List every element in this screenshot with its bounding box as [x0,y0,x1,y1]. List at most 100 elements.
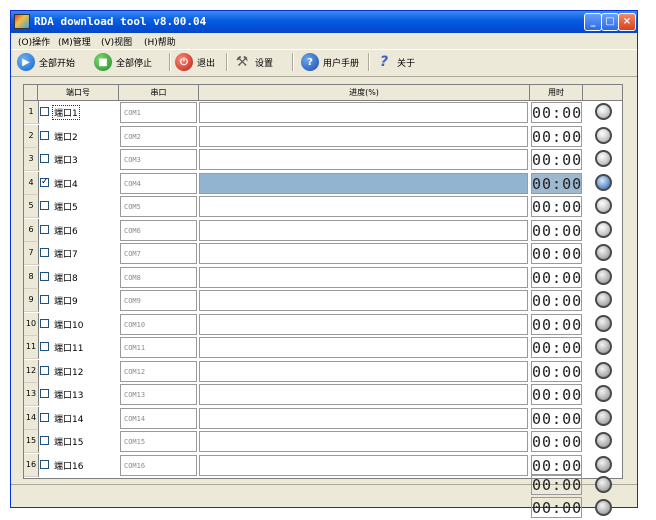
status-lamp-icon [595,314,612,332]
progress-bar [199,243,528,264]
port-checkbox[interactable] [40,224,49,234]
wrench-icon: ⚒ [235,54,249,70]
row-number: 14 [24,406,39,430]
table-row[interactable]: 2 端口2 COM2 00:00 [24,124,622,149]
elapsed-timer: 00:00 [531,290,583,311]
com-port-field[interactable]: COM14 [120,407,197,429]
port-checkbox[interactable] [40,365,49,375]
about-button[interactable]: ? 关于 [375,52,415,72]
progress-bar [199,454,528,476]
window-title: RDA download tool v8.00.04 [34,15,207,28]
com-port-field[interactable]: COM8 [120,266,197,288]
close-button[interactable]: × [618,13,636,31]
port-checkbox[interactable] [40,436,49,445]
com-port-field[interactable]: COM10 [120,313,197,335]
port-name: 端口12 [54,367,84,378]
settings-label: 设置 [255,58,274,69]
toolbar: ▶ 全部开始 ■ 全部停止 ⏻ 退出 ⚒ 设置 ? 用户手册 ? 关于 [11,49,637,77]
menu-help[interactable]: (H)帮助 [144,35,176,48]
port-name: 端口6 [54,226,78,237]
status-lamp-icon [595,173,612,191]
port-checkbox[interactable] [40,342,49,351]
table-row[interactable]: 13 端口13 COM13 00:00 [24,383,622,407]
progress-bar [199,102,528,123]
progress-bar [199,313,528,335]
toolbar-separator [169,53,171,71]
row-number: 2 [24,124,39,148]
table-row[interactable]: 8 端口8 COM8 00:00 [24,265,622,290]
manual-button[interactable]: ? 用户手册 [301,52,359,72]
table-row[interactable]: 5 端口5 COM5 00:00 [24,195,622,219]
com-port-field[interactable]: COM12 [120,360,197,382]
com-port-field[interactable]: COM13 [120,384,197,405]
exit-label: 退出 [197,58,216,69]
progress-bar [199,149,528,170]
stop-all-button[interactable]: ■ 全部停止 [94,52,152,72]
table-row[interactable]: 12 端口12 COM12 00:00 [24,359,622,384]
table-row[interactable]: 7 端口7 COM7 00:00 [24,242,622,266]
menu-manage[interactable]: (M)管理 [58,35,91,48]
table-row[interactable]: 4 ✓ 端口4 COM4 00:00 [24,171,622,196]
port-checkbox[interactable] [40,154,49,163]
progress-bar [199,219,528,241]
status-lamp-icon [595,220,612,238]
app-window: RDA download tool v8.00.04 _ □ × (O)操作 (… [10,10,638,508]
header-port: 端口号 [38,85,119,100]
start-all-button[interactable]: ▶ 全部开始 [17,52,75,72]
app-icon [14,14,30,29]
menu-operate[interactable]: (O)操作 [18,35,50,48]
com-port-field[interactable]: COM2 [120,125,197,147]
table-row[interactable]: 6 端口6 COM6 00:00 [24,218,622,243]
com-port-field[interactable]: COM11 [120,337,197,358]
com-port-field[interactable]: COM16 [120,454,197,476]
status-lamp-icon [595,126,612,144]
elapsed-timer: 00:00 [531,407,583,429]
com-port-field[interactable]: COM6 [120,219,197,241]
port-checkbox[interactable] [40,107,49,116]
table-row[interactable]: 14 端口14 COM14 00:00 [24,406,622,431]
menu-view[interactable]: (V)视图 [101,35,132,48]
progress-bar [199,431,528,452]
settings-button[interactable]: ⚒ 设置 [233,52,273,72]
port-checkbox[interactable] [40,201,49,210]
table-row[interactable]: 15 端口15 COM15 00:00 [24,430,622,454]
port-checkbox[interactable]: ✓ [40,177,49,187]
elapsed-timer: 00:00 [531,474,583,495]
com-port-field[interactable]: COM5 [120,196,197,217]
port-checkbox[interactable] [40,248,49,257]
com-port-field[interactable]: COM9 [120,290,197,311]
title-bar[interactable]: RDA download tool v8.00.04 _ □ × [11,11,637,33]
exit-button[interactable]: ⏻ 退出 [175,52,215,72]
row-number: 1 [24,101,39,124]
row-number: 13 [24,383,39,406]
grid-header: 端口号 串口 进度(%) 用时 [24,85,622,101]
com-port-field[interactable]: COM1 [120,102,197,123]
table-row[interactable]: 1 端口1 COM1 00:00 [24,101,622,125]
port-name: 端口13 [54,391,84,401]
table-row[interactable]: 3 端口3 COM3 00:00 [24,148,622,172]
table-row[interactable]: 9 端口9 COM9 00:00 [24,289,622,313]
port-checkbox[interactable] [40,130,49,140]
maximize-button[interactable]: □ [601,13,619,31]
table-row[interactable]: 11 端口11 COM11 00:00 [24,336,622,360]
header-progress: 进度(%) [199,85,530,100]
com-port-field[interactable]: COM15 [120,431,197,452]
port-checkbox[interactable] [40,318,49,328]
status-lamp-icon [595,267,612,285]
progress-bar [199,407,528,429]
status-lamp-icon [595,244,612,261]
port-checkbox[interactable] [40,295,49,304]
elapsed-timer: 00:00 [531,313,583,335]
elapsed-timer: 00:00 [531,431,583,452]
port-checkbox[interactable] [40,459,49,469]
com-port-field[interactable]: COM4 [120,172,197,194]
com-port-field[interactable]: COM3 [120,149,197,170]
table-row[interactable]: 10 端口10 COM10 00:00 [24,312,622,337]
elapsed-timer: 00:00 [531,149,583,170]
port-checkbox[interactable] [40,271,49,281]
port-checkbox[interactable] [40,389,49,398]
com-port-field[interactable]: COM7 [120,243,197,264]
minimize-button[interactable]: _ [584,13,602,31]
port-checkbox[interactable] [40,412,49,422]
stop-square-icon: ■ [94,53,112,71]
